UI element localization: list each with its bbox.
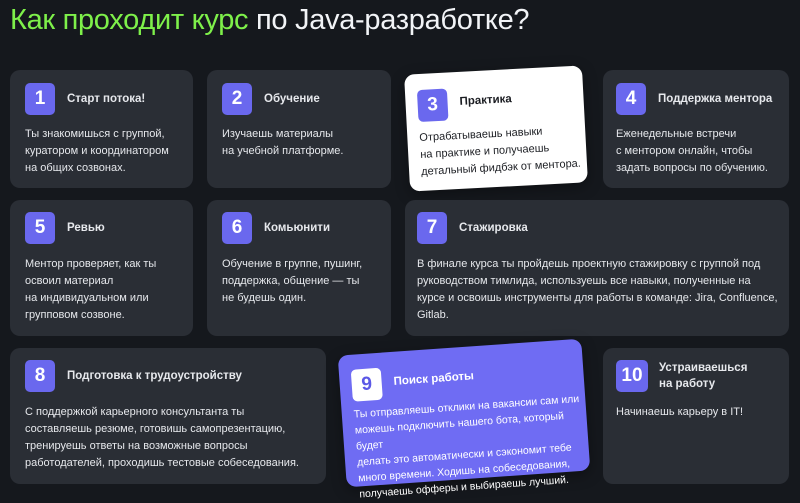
step-number-badge: 8 — [25, 360, 55, 392]
step-card-4: 4 Поддержка ментора Еженедельные встречи… — [603, 70, 789, 188]
step-description: Обучение в группе, пушинг, поддержка, об… — [222, 258, 363, 304]
step-card-7: 7 Стажировка В финале курса ты пройдешь … — [405, 200, 789, 336]
step-description: Ты знакомишься с группой, куратором и ко… — [25, 128, 169, 174]
step-card-6: 6 Комьюнити Обучение в группе, пушинг, п… — [207, 200, 391, 336]
step-card-3: 3 Практика Отрабатываешь навыки на практ… — [404, 65, 588, 192]
step-description: Ментор проверяет, как ты освоил материал… — [25, 258, 157, 321]
step-description: В финале курса ты пройдешь проектную ста… — [417, 258, 778, 321]
title-accent: Как проходит курс — [10, 4, 249, 36]
step-card-10: 10 Устраиваешься на работу Начинаешь кар… — [603, 348, 789, 484]
step-title: Поиск работы — [393, 370, 475, 388]
step-title: Подготовка к трудоустройству — [67, 370, 242, 382]
step-card-8: 8 Подготовка к трудоустройству С поддерж… — [10, 348, 326, 484]
step-number-badge: 2 — [222, 83, 252, 115]
step-number-badge: 10 — [616, 360, 648, 392]
step-description: Ты отправляешь отклики на вакансии сам и… — [353, 392, 580, 501]
step-title: Поддержка ментора — [658, 93, 773, 105]
step-title: Старт потока! — [67, 93, 146, 105]
step-card-9: 9 Поиск работы Ты отправляешь отклики на… — [337, 338, 591, 500]
step-number-badge: 1 — [25, 83, 55, 115]
step-title: Стажировка — [459, 222, 528, 234]
step-number-badge: 9 — [350, 367, 383, 402]
step-title: Устраиваешься на работу — [659, 362, 748, 390]
step-number-badge: 5 — [25, 212, 55, 244]
step-card-5: 5 Ревью Ментор проверяет, как ты освоил … — [10, 200, 193, 336]
step-number-badge: 6 — [222, 212, 252, 244]
step-description: Начинаешь карьеру в IT! — [616, 406, 744, 418]
page-title: Как проходит курс по Java-разработке? — [10, 4, 530, 37]
step-description: Еженедельные встречи с ментором онлайн, … — [616, 128, 768, 174]
step-title: Комьюнити — [264, 222, 331, 234]
step-title: Ревью — [67, 222, 105, 234]
step-description: С поддержкой карьерного консультанта ты … — [25, 406, 299, 469]
step-description: Отрабатываешь навыки на практике и получ… — [419, 125, 582, 178]
step-title: Практика — [459, 93, 513, 108]
step-card-2: 2 Обучение Изучаешь материалы на учебной… — [207, 70, 391, 188]
step-number-badge: 4 — [616, 83, 646, 115]
step-number-badge: 7 — [417, 212, 447, 244]
step-description: Изучаешь материалы на учебной платформе. — [222, 128, 344, 157]
step-card-1: 1 Старт потока! Ты знакомишься с группой… — [10, 70, 193, 188]
step-title: Обучение — [264, 93, 320, 105]
title-rest: по Java-разработке? — [248, 4, 530, 36]
step-number-badge: 3 — [416, 88, 449, 123]
